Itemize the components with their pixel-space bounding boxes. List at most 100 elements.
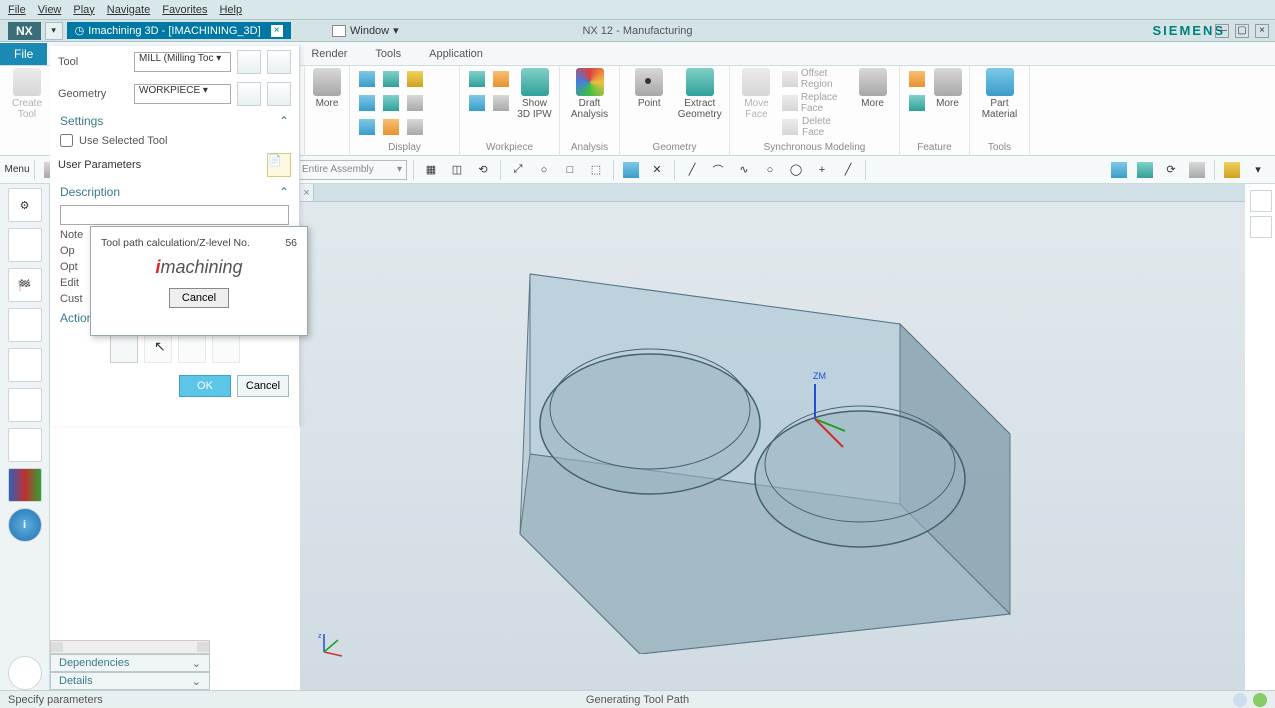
rb-history-icon[interactable] bbox=[8, 428, 42, 462]
ok-button[interactable]: OK bbox=[179, 375, 231, 397]
qt-line-icon[interactable]: ╱ bbox=[681, 159, 703, 181]
qt-circle-icon[interactable]: ○ bbox=[759, 159, 781, 181]
rb-flag-icon[interactable]: 🏁 bbox=[8, 268, 42, 302]
viewport-tab-close-icon[interactable]: × bbox=[300, 184, 314, 201]
settings-header[interactable]: Settings⌃ bbox=[50, 110, 299, 132]
qt-view-5[interactable]: ▾ bbox=[1247, 159, 1269, 181]
progress-cancel-button[interactable]: Cancel bbox=[169, 288, 229, 308]
assembly-filter[interactable]: Entire Assembly▾ bbox=[297, 160, 407, 180]
qt-plus-icon[interactable]: + bbox=[811, 159, 833, 181]
menu-button[interactable]: Menu bbox=[6, 159, 28, 181]
qt-view-1[interactable] bbox=[1108, 159, 1130, 181]
tab-tools[interactable]: Tools bbox=[361, 44, 415, 64]
qt-btn-6[interactable]: ⤢ bbox=[507, 159, 529, 181]
qt-btn-10[interactable]: ✕ bbox=[646, 159, 668, 181]
display-btn-4[interactable] bbox=[356, 92, 378, 114]
cancel-button[interactable]: Cancel bbox=[237, 375, 289, 397]
geom-new-icon[interactable] bbox=[267, 82, 291, 106]
qt-btn-4[interactable]: ◫ bbox=[446, 159, 468, 181]
wp-btn-3[interactable] bbox=[466, 92, 488, 114]
display-btn-1[interactable] bbox=[356, 68, 378, 90]
qt-btn-9[interactable]: ⬚ bbox=[585, 159, 607, 181]
display-btn-9[interactable] bbox=[404, 116, 426, 138]
display-btn-6[interactable] bbox=[404, 92, 426, 114]
qt-ellipse-icon[interactable]: ◯ bbox=[785, 159, 807, 181]
qt-cube-icon[interactable] bbox=[620, 159, 642, 181]
more-ops-button[interactable]: More bbox=[311, 68, 343, 109]
qt-curve-icon[interactable]: ∿ bbox=[733, 159, 755, 181]
rb-part-icon[interactable] bbox=[8, 348, 42, 382]
feat-btn-1[interactable] bbox=[906, 68, 928, 90]
document-tab[interactable]: ◷ Imachining 3D - [IMACHINING_3D] × bbox=[67, 22, 291, 39]
maximize-button[interactable]: ▢ bbox=[1235, 24, 1249, 38]
tab-render[interactable]: Render bbox=[297, 44, 361, 64]
file-tab[interactable]: File bbox=[0, 43, 47, 65]
qt-refresh-icon[interactable]: ⟳ bbox=[1160, 159, 1182, 181]
rb-globe-icon[interactable] bbox=[8, 656, 42, 690]
part-material-button[interactable]: Part Material bbox=[976, 68, 1023, 120]
display-btn-5[interactable] bbox=[380, 92, 402, 114]
qt-btn-3[interactable]: ▦ bbox=[420, 159, 442, 181]
action-generate-icon[interactable] bbox=[110, 335, 138, 363]
tool-new-icon[interactable] bbox=[267, 50, 291, 74]
description-header[interactable]: Description⌃ bbox=[50, 181, 299, 203]
wp-btn-2[interactable] bbox=[490, 68, 512, 90]
action-4-icon[interactable] bbox=[212, 335, 240, 363]
more-feature-button[interactable]: More bbox=[932, 68, 963, 109]
qt-view-4[interactable] bbox=[1221, 159, 1243, 181]
geom-edit-icon[interactable] bbox=[237, 82, 261, 106]
qt-btn-11[interactable]: ╱ bbox=[837, 159, 859, 181]
minimize-button[interactable]: — bbox=[1215, 24, 1229, 38]
rb-db-icon[interactable] bbox=[8, 308, 42, 342]
display-btn-3[interactable] bbox=[404, 68, 426, 90]
action-3-icon[interactable] bbox=[178, 335, 206, 363]
viewport[interactable]: × ZM z bbox=[300, 184, 1245, 690]
qt-arc-icon[interactable]: ⌒ bbox=[707, 159, 729, 181]
window-menu[interactable]: Window ▾ bbox=[332, 24, 399, 37]
display-btn-7[interactable] bbox=[356, 116, 378, 138]
close-tab-icon[interactable]: × bbox=[271, 25, 283, 37]
point-button[interactable]: Point bbox=[626, 68, 673, 109]
status-icon-2[interactable] bbox=[1253, 693, 1267, 707]
extract-geom-button[interactable]: Extract Geometry bbox=[677, 68, 724, 120]
qt-view-3[interactable] bbox=[1186, 159, 1208, 181]
close-button[interactable]: × bbox=[1255, 24, 1269, 38]
geometry-select[interactable]: WORKPIECE ▾ bbox=[134, 84, 231, 104]
qt-btn-7[interactable]: ○ bbox=[533, 159, 555, 181]
feat-btn-2[interactable] bbox=[906, 92, 928, 114]
dependencies-header[interactable]: Dependencies⌄ bbox=[50, 654, 210, 672]
tab-application[interactable]: Application bbox=[415, 44, 497, 64]
menu-navigate[interactable]: Navigate bbox=[107, 4, 150, 16]
menu-help[interactable]: Help bbox=[219, 4, 242, 16]
create-tool-button[interactable]: Create Tool bbox=[6, 68, 48, 120]
rb-info-icon[interactable]: i bbox=[8, 508, 42, 542]
show-3d-ipw-button[interactable]: Show 3D IPW bbox=[516, 68, 553, 120]
more-sync-button[interactable]: More bbox=[852, 68, 893, 109]
status-icon-1[interactable] bbox=[1233, 693, 1247, 707]
tool-edit-icon[interactable] bbox=[237, 50, 261, 74]
tool-select[interactable]: MILL (Milling Toc ▾ bbox=[134, 52, 231, 72]
rb-cube-icon[interactable] bbox=[1250, 190, 1272, 212]
h-scrollbar[interactable] bbox=[50, 640, 210, 654]
tab-switch-icon[interactable]: ▾ bbox=[45, 22, 63, 40]
rb-books-icon[interactable] bbox=[8, 468, 42, 502]
display-btn-8[interactable] bbox=[380, 116, 402, 138]
wp-btn-1[interactable] bbox=[466, 68, 488, 90]
rb-nav-icon[interactable] bbox=[8, 228, 42, 262]
menu-file[interactable]: File bbox=[8, 4, 26, 16]
use-selected-tool-checkbox[interactable] bbox=[60, 134, 73, 147]
menu-favorites[interactable]: Favorites bbox=[162, 4, 207, 16]
details-header[interactable]: Details⌄ bbox=[50, 672, 210, 690]
display-btn-2[interactable] bbox=[380, 68, 402, 90]
qt-btn-5[interactable]: ⟲ bbox=[472, 159, 494, 181]
menu-view[interactable]: View bbox=[38, 4, 62, 16]
qt-view-2[interactable] bbox=[1134, 159, 1156, 181]
rb-assy-icon[interactable] bbox=[8, 388, 42, 422]
qt-btn-8[interactable]: □ bbox=[559, 159, 581, 181]
menu-play[interactable]: Play bbox=[73, 4, 94, 16]
rb-gear-icon[interactable]: ⚙ bbox=[8, 188, 42, 222]
description-input[interactable] bbox=[60, 205, 289, 225]
wp-btn-4[interactable] bbox=[490, 92, 512, 114]
user-params-button[interactable]: 📄 bbox=[267, 153, 291, 177]
draft-analysis-button[interactable]: Draft Analysis bbox=[566, 68, 613, 120]
